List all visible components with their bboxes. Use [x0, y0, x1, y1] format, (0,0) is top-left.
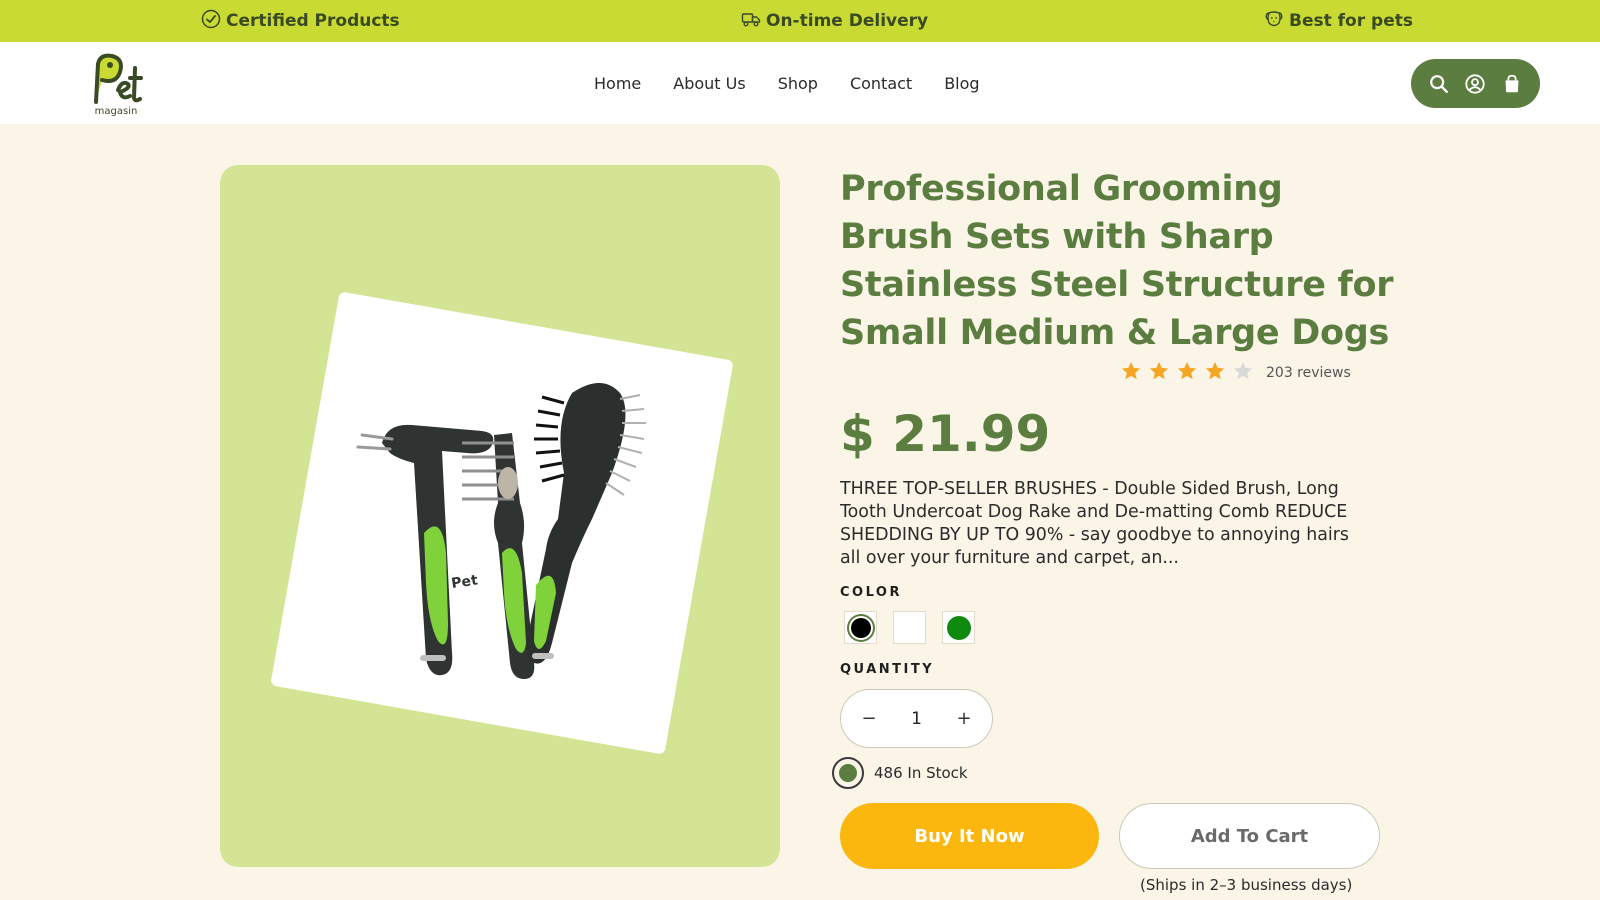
product-info: Professional Grooming Brush Sets with Sh…	[832, 165, 1400, 894]
product-title: Professional Grooming Brush Sets with Sh…	[840, 169, 1394, 353]
color-swatches	[844, 611, 975, 644]
announcement-bar: Certified Products On-time Delivery Best…	[0, 0, 1600, 42]
dematting-comb-image	[462, 433, 535, 679]
pet-magasin-logo[interactable]: magasin	[86, 50, 146, 118]
quantity-decrease-button[interactable]: −	[855, 705, 883, 733]
double-brush-image	[526, 383, 646, 664]
add-to-cart-button[interactable]: Add To Cart	[1119, 803, 1380, 869]
star-filled-icon	[1120, 360, 1142, 386]
announcement-best-pets: Best for pets	[1264, 0, 1413, 42]
nav-blog[interactable]: Blog	[944, 74, 979, 93]
announcement-label: Best for pets	[1289, 11, 1413, 31]
quantity-value[interactable]: 1	[911, 709, 922, 729]
check-circle-icon	[201, 9, 221, 34]
account-icon[interactable]	[1462, 71, 1488, 97]
nav-contact[interactable]: Contact	[850, 74, 912, 93]
product-price: $ 21.99	[840, 405, 1051, 463]
quantity-label: QUANTITY	[840, 662, 935, 677]
color-swatch-green[interactable]	[942, 611, 975, 644]
review-count[interactable]: 203 reviews	[1266, 365, 1351, 381]
rake-tool-image	[356, 424, 494, 676]
product-rating[interactable]: 203 reviews	[1120, 360, 1351, 386]
svg-text:Pet: Pet	[450, 572, 479, 592]
quantity-stepper: − 1 +	[840, 689, 993, 748]
header-actions	[1411, 59, 1540, 108]
star-filled-icon	[1148, 360, 1170, 386]
stock-indicator-icon	[832, 757, 864, 789]
logo-subtext: magasin	[95, 106, 138, 117]
nav-home[interactable]: Home	[594, 74, 641, 93]
nav-about-us[interactable]: About Us	[673, 74, 745, 93]
quantity-increase-button[interactable]: +	[950, 705, 978, 733]
stock-text: 486 In Stock	[874, 764, 968, 782]
main-nav: Home About Us Shop Contact Blog	[594, 42, 980, 124]
shipping-note: (Ships in 2–3 business days)	[1140, 876, 1353, 894]
announcement-certified: Certified Products	[201, 0, 400, 42]
star-filled-icon	[1176, 360, 1198, 386]
star-empty-icon	[1232, 360, 1254, 386]
announcement-label: Certified Products	[226, 11, 400, 31]
product-gallery: Pet	[220, 165, 780, 867]
search-icon[interactable]	[1426, 71, 1452, 97]
announcement-delivery: On-time Delivery	[741, 0, 928, 42]
color-swatch-white[interactable]	[893, 611, 926, 644]
star-rating	[1120, 360, 1254, 386]
stock-status: 486 In Stock	[832, 757, 968, 789]
shopping-bag-icon[interactable]	[1499, 71, 1525, 97]
star-filled-icon	[1204, 360, 1226, 386]
color-label: COLOR	[840, 585, 902, 600]
color-swatch-black[interactable]	[844, 611, 877, 644]
buy-it-now-button[interactable]: Buy It Now	[840, 803, 1099, 869]
nav-shop[interactable]: Shop	[778, 74, 818, 93]
site-header: magasin Home About Us Shop Contact Blog	[0, 42, 1600, 124]
announcement-label: On-time Delivery	[766, 11, 929, 31]
product-image[interactable]: Pet	[270, 291, 734, 755]
delivery-truck-icon	[741, 9, 761, 34]
product-description: THREE TOP-SELLER BRUSHES - Double Sided …	[840, 479, 1349, 568]
dog-face-icon	[1264, 9, 1284, 34]
